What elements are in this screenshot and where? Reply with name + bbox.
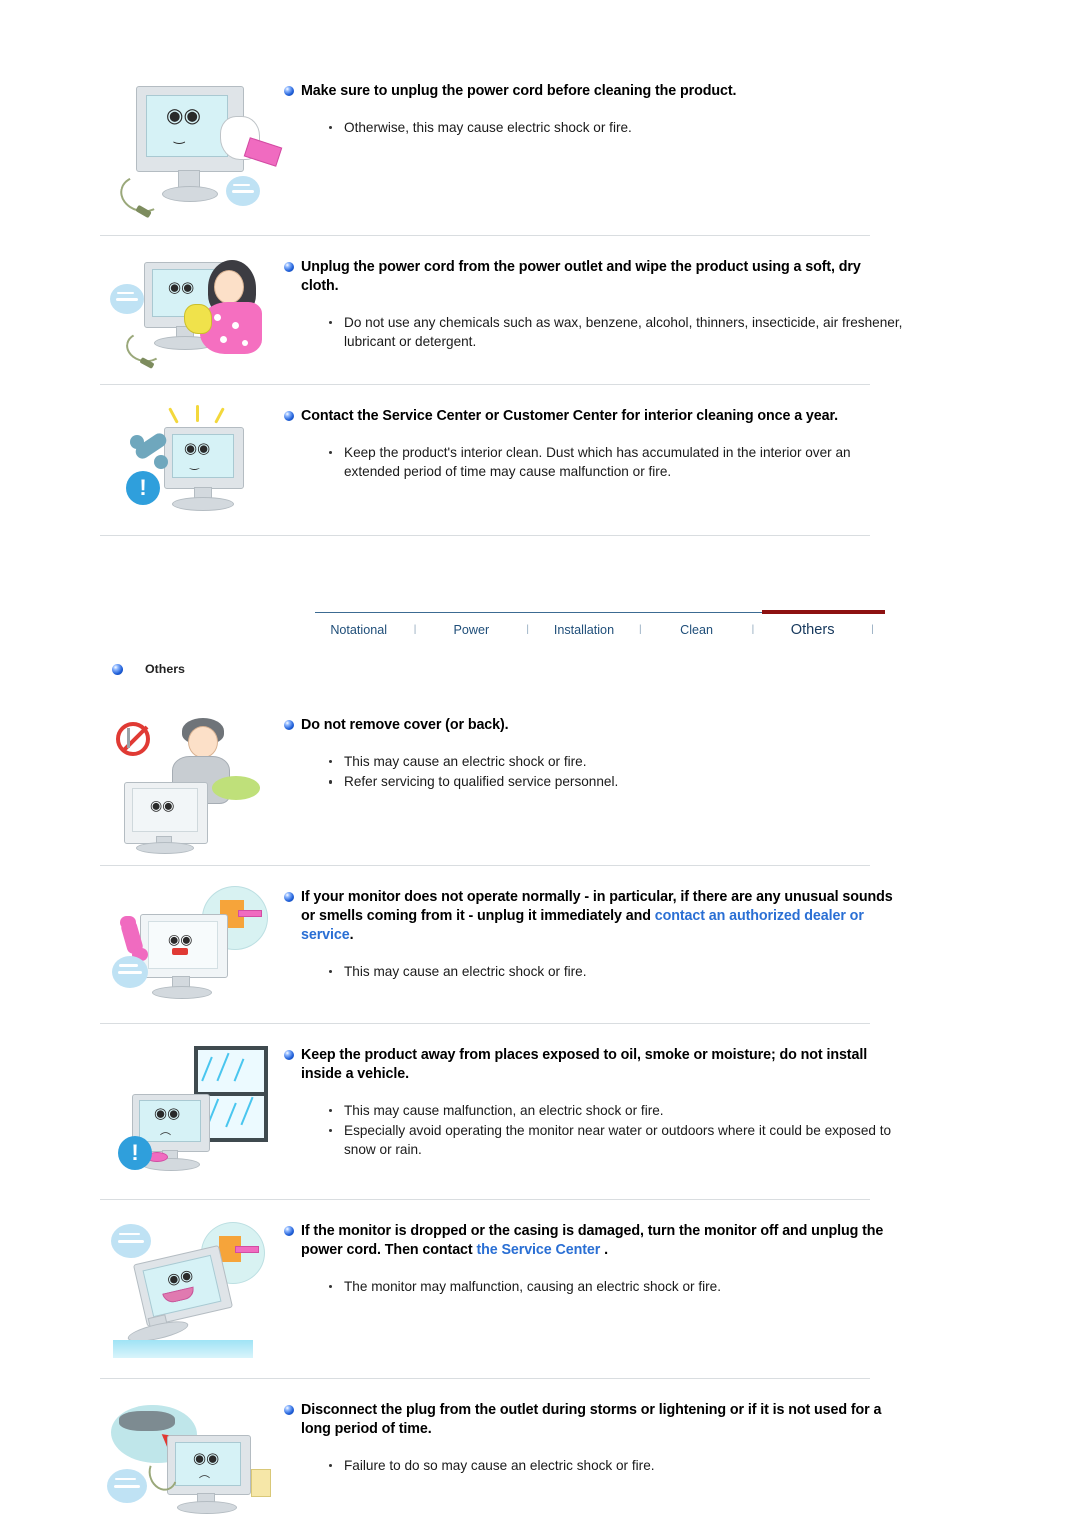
warning-badge-icon: !: [126, 471, 160, 505]
section-heading: Disconnect the plug from the outlet duri…: [284, 1401, 1050, 1439]
heading-tail: .: [600, 1241, 608, 1258]
yellow-cloth: [184, 304, 212, 334]
note-list: Do not use any chemicals such as wax, be…: [326, 313, 1050, 352]
tab-notational[interactable]: Notational: [315, 613, 402, 646]
heading-text: Make sure to unplug the power cord befor…: [301, 83, 737, 99]
person-head: [214, 270, 244, 304]
heading-text: If your monitor does not operate normall…: [301, 888, 901, 945]
blue-bullet-icon: [284, 86, 294, 96]
blue-bullet-icon: [284, 1050, 294, 1060]
heading-text: Disconnect the plug from the outlet duri…: [301, 1402, 882, 1437]
section-heading: Keep the product away from places expose…: [284, 1046, 1050, 1084]
tab-separator: |: [751, 624, 755, 635]
tab-clean[interactable]: Clean: [653, 613, 740, 646]
list-item: The monitor may malfunction, causing an …: [326, 1277, 906, 1296]
section-heading: If your monitor does not operate normall…: [284, 888, 1050, 945]
section-body: Keep the product away from places expose…: [280, 1040, 1050, 1161]
heading-text: Unplug the power cord from the power out…: [301, 259, 861, 294]
prohibition-icon: [116, 722, 150, 756]
floor-surface: [113, 1340, 253, 1358]
section-body: Make sure to unplug the power cord befor…: [280, 76, 1050, 138]
note-list: This may cause malfunction, an electric …: [326, 1101, 1050, 1160]
tab-separator: |: [871, 624, 874, 635]
list-item: This may cause malfunction, an electric …: [326, 1101, 906, 1120]
note-list: Otherwise, this may cause electric shock…: [326, 118, 1050, 137]
safety-section: ◉◉ ︵ Disconnect the plug from the outlet…: [0, 1379, 1080, 1517]
section-body: If your monitor does not operate normall…: [280, 882, 1050, 982]
illustration-monitor-being-wiped-with-cloth-unplugged: ◉◉ ‿: [100, 76, 283, 225]
service-center-link[interactable]: the Service Center: [476, 1242, 600, 1258]
note-list: This may cause an electric shock or fire…: [326, 962, 1050, 981]
illustration-storm-cloud-lightning-unplug-monitor: ◉◉ ︵: [100, 1395, 280, 1517]
safety-section: ◉◉ Do not remove cover (or back). This m…: [0, 676, 1080, 854]
tab-label: Power: [453, 622, 490, 637]
illustration-technician-prohibited-from-opening-cover: ◉◉: [100, 710, 280, 854]
safety-section: ◉◉ ‿ Make sure to unplug the power cord …: [0, 0, 1080, 225]
section-label-text: Others: [145, 662, 185, 676]
note-list: This may cause an electric shock or fire…: [326, 752, 1050, 792]
illustration-woman-wiping-monitor-with-yellow-cloth: ◉◉: [100, 252, 280, 376]
tab-label: Notational: [330, 622, 388, 637]
section-heading: Unplug the power cord from the power out…: [284, 258, 1050, 296]
tab-label: Clean: [680, 622, 714, 637]
tab-installation[interactable]: Installation: [540, 613, 627, 646]
tab-others[interactable]: Others: [766, 613, 860, 646]
blue-bullet-icon: [284, 1226, 294, 1236]
illustration-malfunctioning-monitor-call-service-unplug: ◉◉: [100, 882, 280, 1011]
heading-text: Contact the Service Center or Customer C…: [301, 408, 839, 424]
section-heading: Do not remove cover (or back).: [284, 716, 1050, 735]
heading-text: If the monitor is dropped or the casing …: [301, 1222, 901, 1260]
list-item: Failure to do so may cause an electric s…: [326, 1456, 906, 1475]
section-divider: [100, 535, 870, 536]
section-body: Disconnect the plug from the outlet duri…: [280, 1395, 1050, 1476]
tab-power[interactable]: Power: [428, 613, 515, 646]
note-list: Keep the product's interior clean. Dust …: [326, 443, 1050, 482]
tab-separator: |: [638, 624, 642, 635]
list-item: This may cause an electric shock or fire…: [326, 962, 906, 981]
tab-label: Others: [790, 621, 835, 638]
blue-bullet-icon: [284, 892, 294, 902]
safety-section: ◉◉ Unplug the power cord from the power …: [0, 236, 1080, 376]
heading-text: Do not remove cover (or back).: [301, 717, 509, 733]
tab-navigation-wrapper: Notational | Power | Installation | Clea…: [0, 610, 1080, 646]
section-body: Contact the Service Center or Customer C…: [280, 401, 1050, 482]
illustration-monitor-calling-service-center-on-phone: ◉◉ ‿ !: [100, 401, 280, 525]
blue-bullet-icon: [284, 411, 294, 421]
illustration-monitor-tipping-over-damaged-casing: ◉◉: [100, 1216, 280, 1360]
list-item: Refer servicing to qualified service per…: [326, 772, 906, 791]
illustration-monitor-near-rainy-window-moisture-warning: ◉◉ ︵ !: [100, 1040, 280, 1179]
section-heading: Contact the Service Center or Customer C…: [284, 407, 1050, 426]
tab-separator: |: [526, 624, 529, 635]
safety-section: ◉◉ If your monitor does not operate norm…: [0, 866, 1080, 1011]
list-item: Do not use any chemicals such as wax, be…: [326, 313, 906, 352]
section-body: Do not remove cover (or back). This may …: [280, 710, 1050, 792]
section-body: Unplug the power cord from the power out…: [280, 252, 1050, 352]
current-section-label: Others: [0, 662, 1080, 676]
list-item: Otherwise, this may cause electric shock…: [326, 118, 906, 137]
section-heading: Make sure to unplug the power cord befor…: [284, 82, 1050, 101]
list-item: Keep the product's interior clean. Dust …: [326, 443, 906, 482]
blue-bullet-icon: [284, 1405, 294, 1415]
tab-separator: |: [413, 624, 417, 635]
section-body: If the monitor is dropped or the casing …: [280, 1216, 1050, 1297]
tab-bar: Notational | Power | Installation | Clea…: [315, 610, 885, 646]
tab-label: Installation: [553, 622, 615, 637]
blue-bullet-icon: [284, 262, 294, 272]
section-heading: If the monitor is dropped or the casing …: [284, 1222, 1050, 1260]
heading-text: Keep the product away from places expose…: [301, 1047, 868, 1082]
list-item: This may cause an electric shock or fire…: [326, 752, 906, 771]
warning-badge-icon: !: [118, 1136, 152, 1170]
list-item: Especially avoid operating the monitor n…: [326, 1121, 906, 1160]
safety-section: ◉◉ ‿ ! Contact the Service Center or Cus…: [0, 385, 1080, 525]
active-tab-underline: [762, 610, 885, 615]
note-list: The monitor may malfunction, causing an …: [326, 1277, 1050, 1296]
blue-bullet-icon: [112, 663, 123, 675]
safety-section: ◉◉ ︵ ! Keep the product away from places…: [0, 1024, 1080, 1179]
blue-bullet-icon: [284, 720, 294, 730]
safety-section: ◉◉ If the monitor is dropped or the casi…: [0, 1200, 1080, 1360]
manual-page: ◉◉ ‿ Make sure to unplug the power cord …: [0, 0, 1080, 1528]
note-list: Failure to do so may cause an electric s…: [326, 1456, 1050, 1475]
heading-tail: .: [349, 926, 354, 943]
